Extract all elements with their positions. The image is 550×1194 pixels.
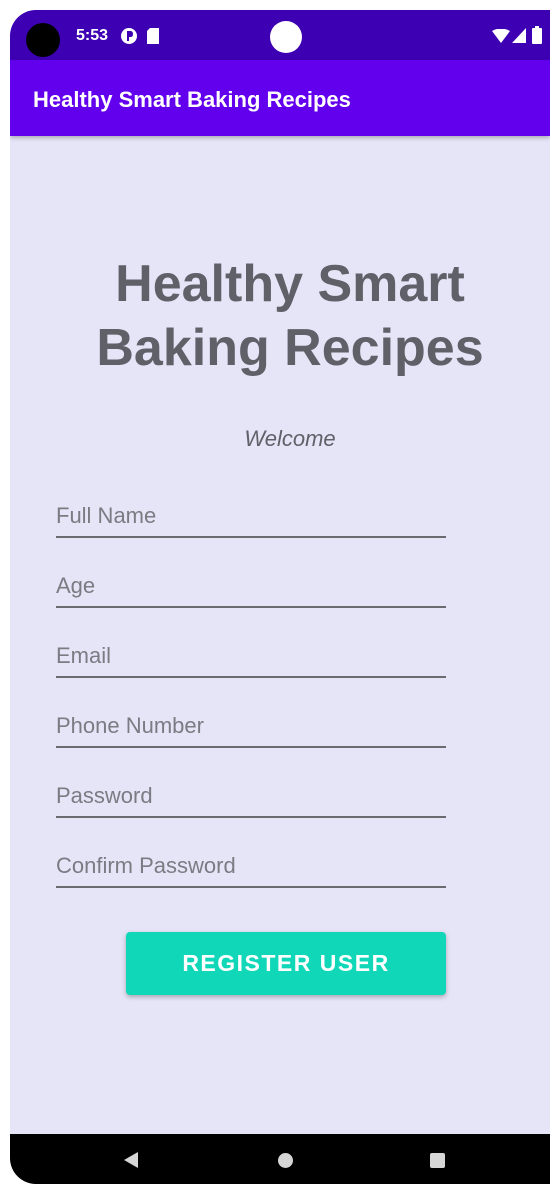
status-bar: 5:53 [10,10,550,60]
age-field-container [56,562,446,608]
system-nav-bar [10,1134,550,1184]
front-camera-dot [270,21,302,53]
headline-line-2: Baking Recipes [96,319,484,377]
phone-number-input[interactable] [56,710,446,742]
signal-icon [512,28,526,48]
welcome-text: Welcome [244,426,336,451]
back-icon[interactable] [124,1152,138,1173]
sd-card-icon [146,27,160,50]
confirm-password-input[interactable] [56,850,446,882]
page-headline: Healthy Smart Baking Recipes [30,252,550,380]
password-field-container [56,772,446,818]
full-name-field-container [56,492,446,538]
recents-icon[interactable] [430,1153,445,1168]
phone-number-field-container [56,702,446,748]
data-saver-icon [120,27,138,50]
battery-icon [532,26,542,49]
age-input[interactable] [56,570,446,602]
headline-line-1: Healthy Smart [115,255,465,313]
wifi-icon [492,28,510,48]
register-user-button[interactable]: REGISTER USER [126,932,446,995]
confirm-password-field-container [56,842,446,888]
email-input[interactable] [56,640,446,672]
app-bar-title: Healthy Smart Baking Recipes [33,87,351,112]
app-bar: Healthy Smart Baking Recipes [10,60,550,136]
password-input[interactable] [56,780,446,812]
phone-screen: 5:53 Healthy Smart Baking Recipes Health… [10,10,550,1184]
camera-cutout [26,23,60,57]
status-time: 5:53 [76,27,109,44]
full-name-input[interactable] [56,500,446,532]
email-field-container [56,632,446,678]
home-icon[interactable] [278,1153,293,1168]
